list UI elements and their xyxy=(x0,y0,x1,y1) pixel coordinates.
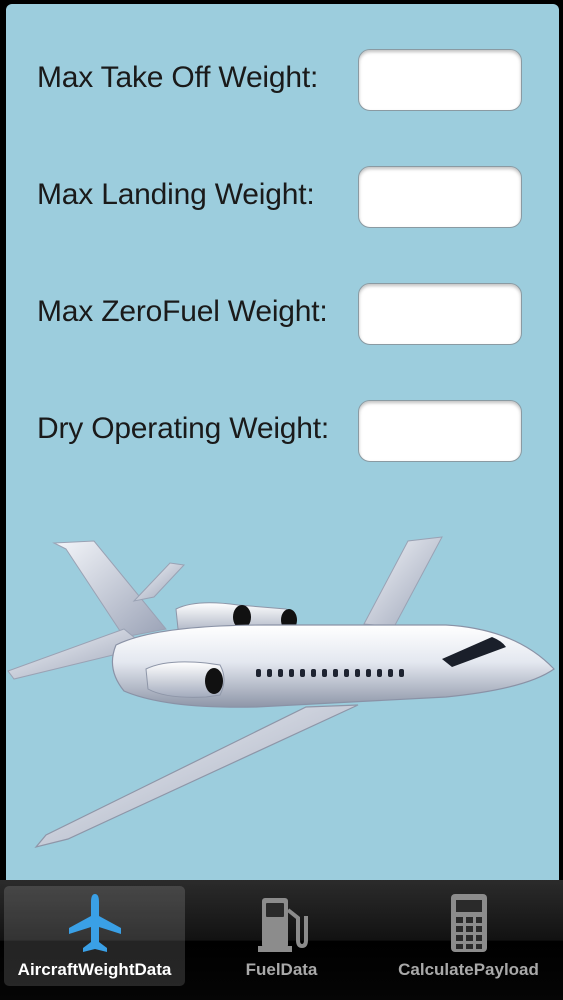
calculator-icon xyxy=(450,894,487,952)
max-take-off-weight-input[interactable] xyxy=(358,49,522,111)
tab-label: AircraftWeightData xyxy=(17,960,172,979)
tab-aircraft-weight-data[interactable]: AircraftWeightData xyxy=(4,886,185,986)
field-label: Dry Operating Weight: xyxy=(37,412,330,445)
tab-label: CalculatePayload xyxy=(398,960,539,979)
max-zerofuel-weight-input[interactable] xyxy=(358,283,522,345)
tab-fuel-data[interactable]: FuelData xyxy=(191,886,372,986)
max-landing-weight-input[interactable] xyxy=(358,166,522,228)
tab-calculate-payload[interactable]: CalculatePayload xyxy=(378,886,559,986)
field-label: Max ZeroFuel Weight: xyxy=(37,295,328,328)
tab-bar: AircraftWeightData FuelData CalculatePay… xyxy=(0,880,563,1000)
fuel-pump-icon xyxy=(257,898,308,952)
business-jet-illustration xyxy=(7,536,555,849)
field-max-take-off-weight: Max Take Off Weight: xyxy=(6,49,559,113)
field-max-landing-weight: Max Landing Weight: xyxy=(6,166,559,230)
field-label: Max Landing Weight: xyxy=(37,178,315,211)
airplane-icon xyxy=(68,894,121,952)
field-max-zerofuel-weight: Max ZeroFuel Weight: xyxy=(6,283,559,347)
field-dry-operating-weight: Dry Operating Weight: xyxy=(6,400,559,464)
app-screen: Max Take Off Weight: Max Landing Weight:… xyxy=(0,0,563,1000)
field-label: Max Take Off Weight: xyxy=(37,61,319,94)
tab-label: FuelData xyxy=(245,960,318,979)
dry-operating-weight-input[interactable] xyxy=(358,400,522,462)
aircraft-weight-form: Max Take Off Weight: Max Landing Weight:… xyxy=(6,4,559,880)
